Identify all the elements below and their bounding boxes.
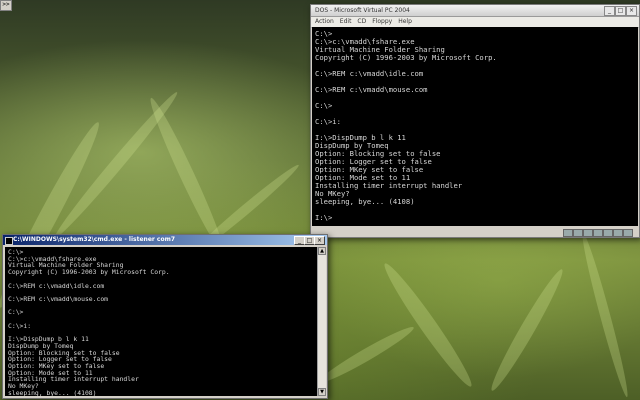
shared-folder-icon[interactable] [603,229,613,237]
menu-help[interactable]: Help [398,18,412,25]
vpc-status-bar [311,227,639,237]
vpc-close-button[interactable]: × [626,6,637,16]
sound-icon[interactable] [613,229,623,237]
cmd-window: C:\WINDOWS\system32\cmd.exe - listener c… [2,234,328,399]
cmd-vertical-scrollbar[interactable]: ▲ ▼ [317,247,326,396]
cmd-close-button[interactable]: × [314,236,325,245]
vpc-maximize-button[interactable]: □ [615,6,626,16]
vm-status-icon[interactable] [623,229,633,237]
vpc-title-bar[interactable]: DOS - Microsoft Virtual PC 2004 _ □ × [311,5,639,17]
cmd-system-icon[interactable] [5,237,13,245]
cd-drive-icon[interactable] [573,229,583,237]
floppy-drive-icon[interactable] [583,229,593,237]
cmd-title-bar[interactable]: C:\WINDOWS\system32\cmd.exe - listener c… [3,235,327,245]
cmd-console-output: C:\> C:\>c:\vmadd\fshare.exe Virtual Mac… [8,248,170,396]
hard-disk-icon[interactable] [563,229,573,237]
menu-action[interactable]: Action [315,18,334,25]
network-icon[interactable] [593,229,603,237]
menu-cd[interactable]: CD [357,18,366,25]
vpc-console-output: C:\> C:\>c:\vmadd\fshare.exe Virtual Mac… [315,29,497,222]
virtual-pc-window: DOS - Microsoft Virtual PC 2004 _ □ × Ac… [310,4,640,238]
menu-edit[interactable]: Edit [340,18,352,25]
grass-blade [378,258,478,392]
grass-blade [485,265,569,395]
vpc-dos-screen[interactable]: C:\> C:\>c:\vmadd\fshare.exe Virtual Mac… [312,27,638,226]
menu-floppy[interactable]: Floppy [372,18,392,25]
desktop-expand-button[interactable]: >> [0,0,12,11]
grass-blade [315,322,417,388]
scroll-down-icon[interactable]: ▼ [318,388,326,396]
vpc-window-title: DOS - Microsoft Virtual PC 2004 [315,7,410,14]
scroll-up-icon[interactable]: ▲ [318,247,326,255]
vpc-minimize-button[interactable]: _ [604,6,615,16]
grass-blade [578,231,632,399]
cmd-console[interactable]: C:\> C:\>c:\vmadd\fshare.exe Virtual Mac… [5,247,317,396]
cmd-window-title: C:\WINDOWS\system32\cmd.exe - listener c… [13,236,176,243]
